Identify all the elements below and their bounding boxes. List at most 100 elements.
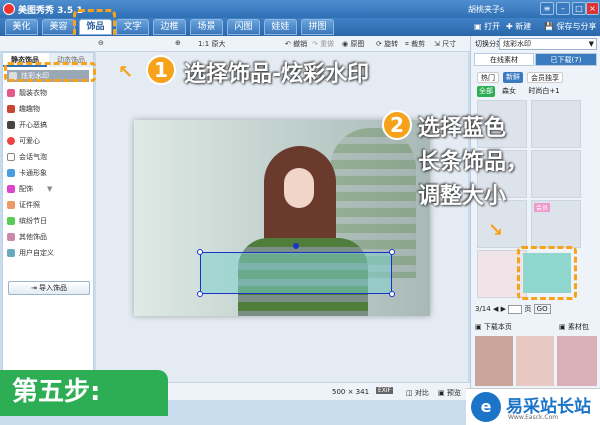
fun-icon xyxy=(7,105,15,113)
zoom-in-icon[interactable]: ⊕ xyxy=(175,39,181,47)
tab-scene[interactable]: 场景 xyxy=(190,19,223,35)
new-button[interactable]: ✚ 新建 xyxy=(506,20,531,34)
photo-face xyxy=(284,168,314,208)
save-share-button[interactable]: 💾 保存与分享 xyxy=(544,20,597,34)
undo-button[interactable]: ↶ 撤销 xyxy=(285,39,307,49)
tab-doll[interactable]: 娃娃 xyxy=(264,19,297,35)
user-name[interactable]: 胡桃夹子s xyxy=(468,4,504,15)
tab-downloaded[interactable]: 已下载(7) xyxy=(535,53,597,66)
page-input[interactable] xyxy=(508,304,523,314)
expand-icon[interactable]: ▼ xyxy=(47,185,52,193)
tab-face[interactable]: 美容 xyxy=(42,19,75,35)
step1-instruction: 选择饰品-炫彩水印 xyxy=(184,62,370,87)
rotate-button[interactable]: ⟳ 旋转 xyxy=(376,39,398,49)
open-button[interactable]: ▣ 打开 xyxy=(474,20,500,34)
go-button[interactable]: GO xyxy=(533,304,551,314)
size-button[interactable]: ⇲ 尺寸 xyxy=(434,39,456,49)
size-label: 尺寸 xyxy=(442,40,457,48)
preview-button[interactable]: ▣ 预览 xyxy=(438,388,461,398)
zoom-out-icon[interactable]: ⊖ xyxy=(98,39,104,47)
category-item[interactable]: 卡通形象 xyxy=(7,168,47,178)
library-button[interactable]: ▣ 素材包 xyxy=(559,322,589,332)
category-item[interactable]: 可爱心 xyxy=(7,136,40,146)
chip-vip[interactable]: 会员独享 xyxy=(527,72,563,83)
arrow-left-icon: ↖ xyxy=(118,62,134,83)
import-accessory-button[interactable]: ⇥ 导入饰品 xyxy=(8,281,90,295)
category-item[interactable]: 用户自定义 xyxy=(7,248,54,258)
tab-online-material[interactable]: 在线素材 xyxy=(474,53,534,66)
step1-item-highlight xyxy=(4,62,96,82)
tab-collage[interactable]: 拼图 xyxy=(301,19,334,35)
resize-handle-top-right[interactable] xyxy=(389,249,395,255)
tab-text[interactable]: 文字 xyxy=(116,19,149,35)
original-button[interactable]: ◉ 原图 xyxy=(342,39,364,49)
open-label: 打开 xyxy=(484,22,501,31)
watermark-selection-box[interactable] xyxy=(200,252,392,294)
category-select[interactable]: 炫彩水印 ▼ xyxy=(499,38,597,50)
category-item[interactable]: 缤纷节日 xyxy=(7,216,47,226)
chip-fashion[interactable]: 时尚白+1 xyxy=(523,86,565,97)
minimize-icon[interactable]: – xyxy=(556,2,570,15)
chip-all[interactable]: 全部 xyxy=(477,86,495,97)
page-indicator: 3/14 xyxy=(475,305,491,313)
ad-thumb[interactable] xyxy=(475,336,513,386)
category-item[interactable]: 靓装衣物 xyxy=(7,88,47,98)
category-item[interactable]: 证件照 xyxy=(7,200,40,210)
chip-forest[interactable]: 森女 xyxy=(499,86,519,97)
category-label: 其他饰品 xyxy=(19,233,47,241)
new-label: 新建 xyxy=(515,22,532,31)
user-custom-icon xyxy=(7,249,15,257)
step2-instruction-line3: 调整大小 xyxy=(418,184,507,209)
category-panel: 静态饰品 动态饰品 炫彩水印 靓装衣物 趣趣物 开心恶搞 可爱心 会话气泡 卡通… xyxy=(2,52,94,390)
resize-handle-bottom-right[interactable] xyxy=(389,291,395,297)
download-page-label: 下载本页 xyxy=(483,323,512,331)
close-icon[interactable]: × xyxy=(586,2,599,15)
category-item[interactable]: 趣趣物 xyxy=(7,104,40,114)
tab-beautify[interactable]: 美化 xyxy=(5,19,38,35)
festival-icon xyxy=(7,217,15,225)
ad-thumb[interactable] xyxy=(557,336,597,386)
chip-new[interactable]: 新鲜 xyxy=(503,72,523,83)
material-thumb[interactable] xyxy=(531,150,581,198)
category-label: 开心恶搞 xyxy=(19,121,47,129)
blue-bar-material-thumb[interactable] xyxy=(523,253,571,293)
category-item[interactable]: 开心恶搞 xyxy=(7,120,47,130)
chip-hot[interactable]: 热门 xyxy=(477,72,499,83)
crop-button[interactable]: ⌗ 裁剪 xyxy=(405,39,425,49)
menu-icon[interactable]: ≡ xyxy=(540,2,554,15)
pager: 3/14 ◀ ▶ 页 GO xyxy=(475,304,551,314)
tab-frame[interactable]: 边框 xyxy=(153,19,186,35)
download-page-button[interactable]: ▣ 下载本页 xyxy=(475,322,512,332)
redo-label: 重做 xyxy=(320,40,335,48)
material-panel: 切换分类 炫彩水印 ▼ 在线素材 已下载(7) 热门 新鲜 会员独享 全部 森女 … xyxy=(470,36,600,390)
material-thumb[interactable]: 会员 xyxy=(531,200,581,248)
prank-icon xyxy=(7,121,15,129)
material-thumb[interactable] xyxy=(531,100,581,148)
category-label: 缤纷节日 xyxy=(19,217,47,225)
library-label: 素材包 xyxy=(567,323,589,331)
category-item[interactable]: 配饰 ▼ xyxy=(7,184,52,194)
site-url: Www.Easck.Com xyxy=(508,414,559,421)
resize-handle-top-left[interactable] xyxy=(197,249,203,255)
vip-badge: 会员 xyxy=(534,203,551,212)
zoom-original-button[interactable]: 1:1 原大 xyxy=(198,39,226,49)
compare-button[interactable]: ◫ 对比 xyxy=(406,388,429,398)
ad-thumb[interactable] xyxy=(516,336,554,386)
chevron-down-icon: ▼ xyxy=(588,40,594,48)
compare-label: 对比 xyxy=(414,389,429,397)
category-label: 证件照 xyxy=(19,201,40,209)
category-item[interactable]: 会话气泡 xyxy=(7,152,47,162)
original-label: 原图 xyxy=(350,40,365,48)
tab-flash[interactable]: 闪图 xyxy=(227,19,260,35)
crop-label: 裁剪 xyxy=(411,40,426,48)
maximize-icon[interactable]: □ xyxy=(572,2,586,15)
heart-icon xyxy=(7,137,15,145)
redo-button[interactable]: ↷ 重做 xyxy=(312,39,334,49)
rotate-handle[interactable] xyxy=(293,243,299,249)
resize-handle-bottom-left[interactable] xyxy=(197,291,203,297)
category-label: 趣趣物 xyxy=(19,105,40,113)
exif-button[interactable]: EXIF xyxy=(376,387,394,394)
category-item[interactable]: 其他饰品 xyxy=(7,232,47,242)
save-label: 保存与分享 xyxy=(556,22,597,31)
app-logo-icon xyxy=(3,3,15,15)
